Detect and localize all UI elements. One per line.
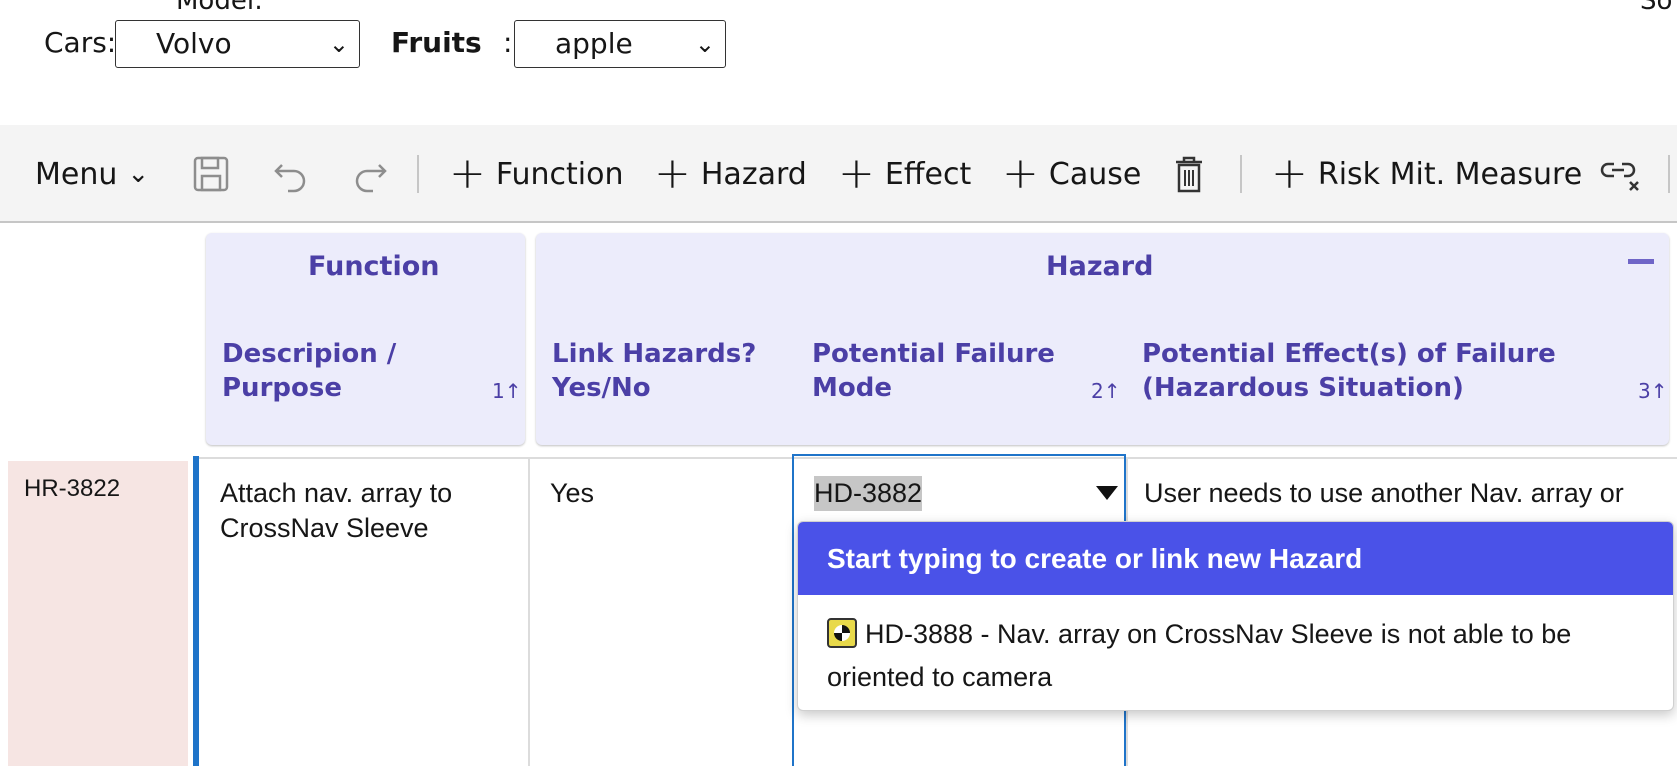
chevron-down-icon: ⌄ xyxy=(328,30,349,58)
cell-line: CrossNav Sleeve xyxy=(220,513,429,543)
add-cause-button[interactable]: + Cause xyxy=(1002,125,1141,223)
cars-select-value: Volvo xyxy=(156,27,232,60)
hazard-group-header: Hazard Link Hazards? Yes/No Potential Fa… xyxy=(536,233,1669,445)
column-header-line: Descripion / xyxy=(222,339,397,369)
caret-down-icon[interactable] xyxy=(1096,486,1118,500)
row-id-cell[interactable]: HR-3822 xyxy=(8,461,188,766)
unlink-icon[interactable] xyxy=(1600,125,1644,223)
effect-cell[interactable]: User needs to use another Nav. array or xyxy=(1144,476,1624,511)
column-header-line: Mode xyxy=(812,373,892,403)
cars-label: Cars: xyxy=(44,26,117,59)
add-effect-button[interactable]: + Effect xyxy=(838,125,971,223)
menu-label: Menu xyxy=(35,156,118,192)
add-cause-label: Cause xyxy=(1048,156,1142,192)
column-header-description[interactable]: Descripion / Purpose xyxy=(222,337,396,405)
row-selection-bar xyxy=(193,456,199,766)
fruits-select-value: apple xyxy=(555,27,633,60)
sort-indicator[interactable]: 2↑ xyxy=(1091,379,1120,403)
dropdown-option-text: oriented to camera xyxy=(827,662,1053,692)
add-hazard-label: Hazard xyxy=(700,156,807,192)
dropdown-option-text: HD-3888 - Nav. array on CrossNav Sleeve … xyxy=(865,619,1572,649)
column-header-line: Potential Failure xyxy=(812,339,1055,369)
menu-button[interactable]: Menu ⌄ xyxy=(35,125,149,223)
fruits-colon: : xyxy=(503,26,513,59)
plus-icon: + xyxy=(1271,148,1308,199)
cut-label-model: Model: xyxy=(176,0,263,16)
column-header-line: Purpose xyxy=(222,373,342,403)
add-effect-label: Effect xyxy=(884,156,972,192)
function-group-title: Function xyxy=(308,251,440,282)
cars-select[interactable]: Volvo ⌄ xyxy=(115,20,360,68)
column-header-line: Link Hazards? xyxy=(552,339,757,369)
failure-mode-value[interactable]: HD-3882 xyxy=(814,476,923,511)
plus-icon: + xyxy=(654,148,691,199)
hazard-icon xyxy=(827,618,857,648)
sort-indicator[interactable]: 3↑ xyxy=(1638,379,1667,403)
add-risk-measure-label: Risk Mit. Measure xyxy=(1317,156,1583,192)
cell-line: Attach nav. array to xyxy=(220,478,453,508)
collapse-icon[interactable] xyxy=(1628,259,1654,264)
chevron-down-icon: ⌄ xyxy=(694,30,715,58)
row-id: HR-3822 xyxy=(24,475,121,502)
column-header-line: Yes/No xyxy=(552,373,651,403)
toolbar-divider xyxy=(417,155,419,193)
plus-icon: + xyxy=(1002,148,1039,199)
hazard-group-title: Hazard xyxy=(1046,251,1154,282)
delete-icon[interactable] xyxy=(1172,125,1206,223)
toolbar: Menu ⌄ + Function + Hazard + Effect + Ca… xyxy=(0,125,1677,223)
sort-indicator[interactable]: 1↑ xyxy=(492,379,521,403)
hazard-link-dropdown: Start typing to create or link new Hazar… xyxy=(797,521,1674,711)
function-group-header: Function Descripion / Purpose 1↑ xyxy=(206,233,525,445)
link-hazards-cell[interactable]: Yes xyxy=(550,476,594,511)
column-header-line: (Hazardous Situation) xyxy=(1142,373,1464,403)
undo-icon[interactable] xyxy=(272,125,310,223)
add-function-button[interactable]: + Function xyxy=(449,125,623,223)
plus-icon: + xyxy=(449,148,486,199)
plus-icon: + xyxy=(838,148,875,199)
chevron-down-icon: ⌄ xyxy=(127,159,150,189)
dropdown-option[interactable]: HD-3888 - Nav. array on CrossNav Sleeve … xyxy=(798,595,1673,699)
add-hazard-button[interactable]: + Hazard xyxy=(654,125,807,223)
dropdown-header: Start typing to create or link new Hazar… xyxy=(798,522,1673,595)
cut-label-right: So xyxy=(1640,0,1673,16)
save-icon[interactable] xyxy=(192,125,230,223)
cell-divider xyxy=(528,457,530,766)
column-header-link-hazards[interactable]: Link Hazards? Yes/No xyxy=(552,337,756,405)
fruits-select[interactable]: apple ⌄ xyxy=(514,20,726,68)
toolbar-divider xyxy=(1240,155,1242,193)
column-header-line: Potential Effect(s) of Failure xyxy=(1142,339,1556,369)
add-function-label: Function xyxy=(495,156,624,192)
column-header-failure-mode[interactable]: Potential Failure Mode xyxy=(812,337,1055,405)
fruits-label: Fruits xyxy=(391,26,482,59)
toolbar-divider xyxy=(1668,155,1670,193)
description-cell[interactable]: Attach nav. array to CrossNav Sleeve xyxy=(220,476,452,546)
add-risk-measure-button[interactable]: + Risk Mit. Measure xyxy=(1271,125,1582,223)
redo-icon[interactable] xyxy=(351,125,389,223)
column-header-effect[interactable]: Potential Effect(s) of Failure (Hazardou… xyxy=(1142,337,1556,405)
